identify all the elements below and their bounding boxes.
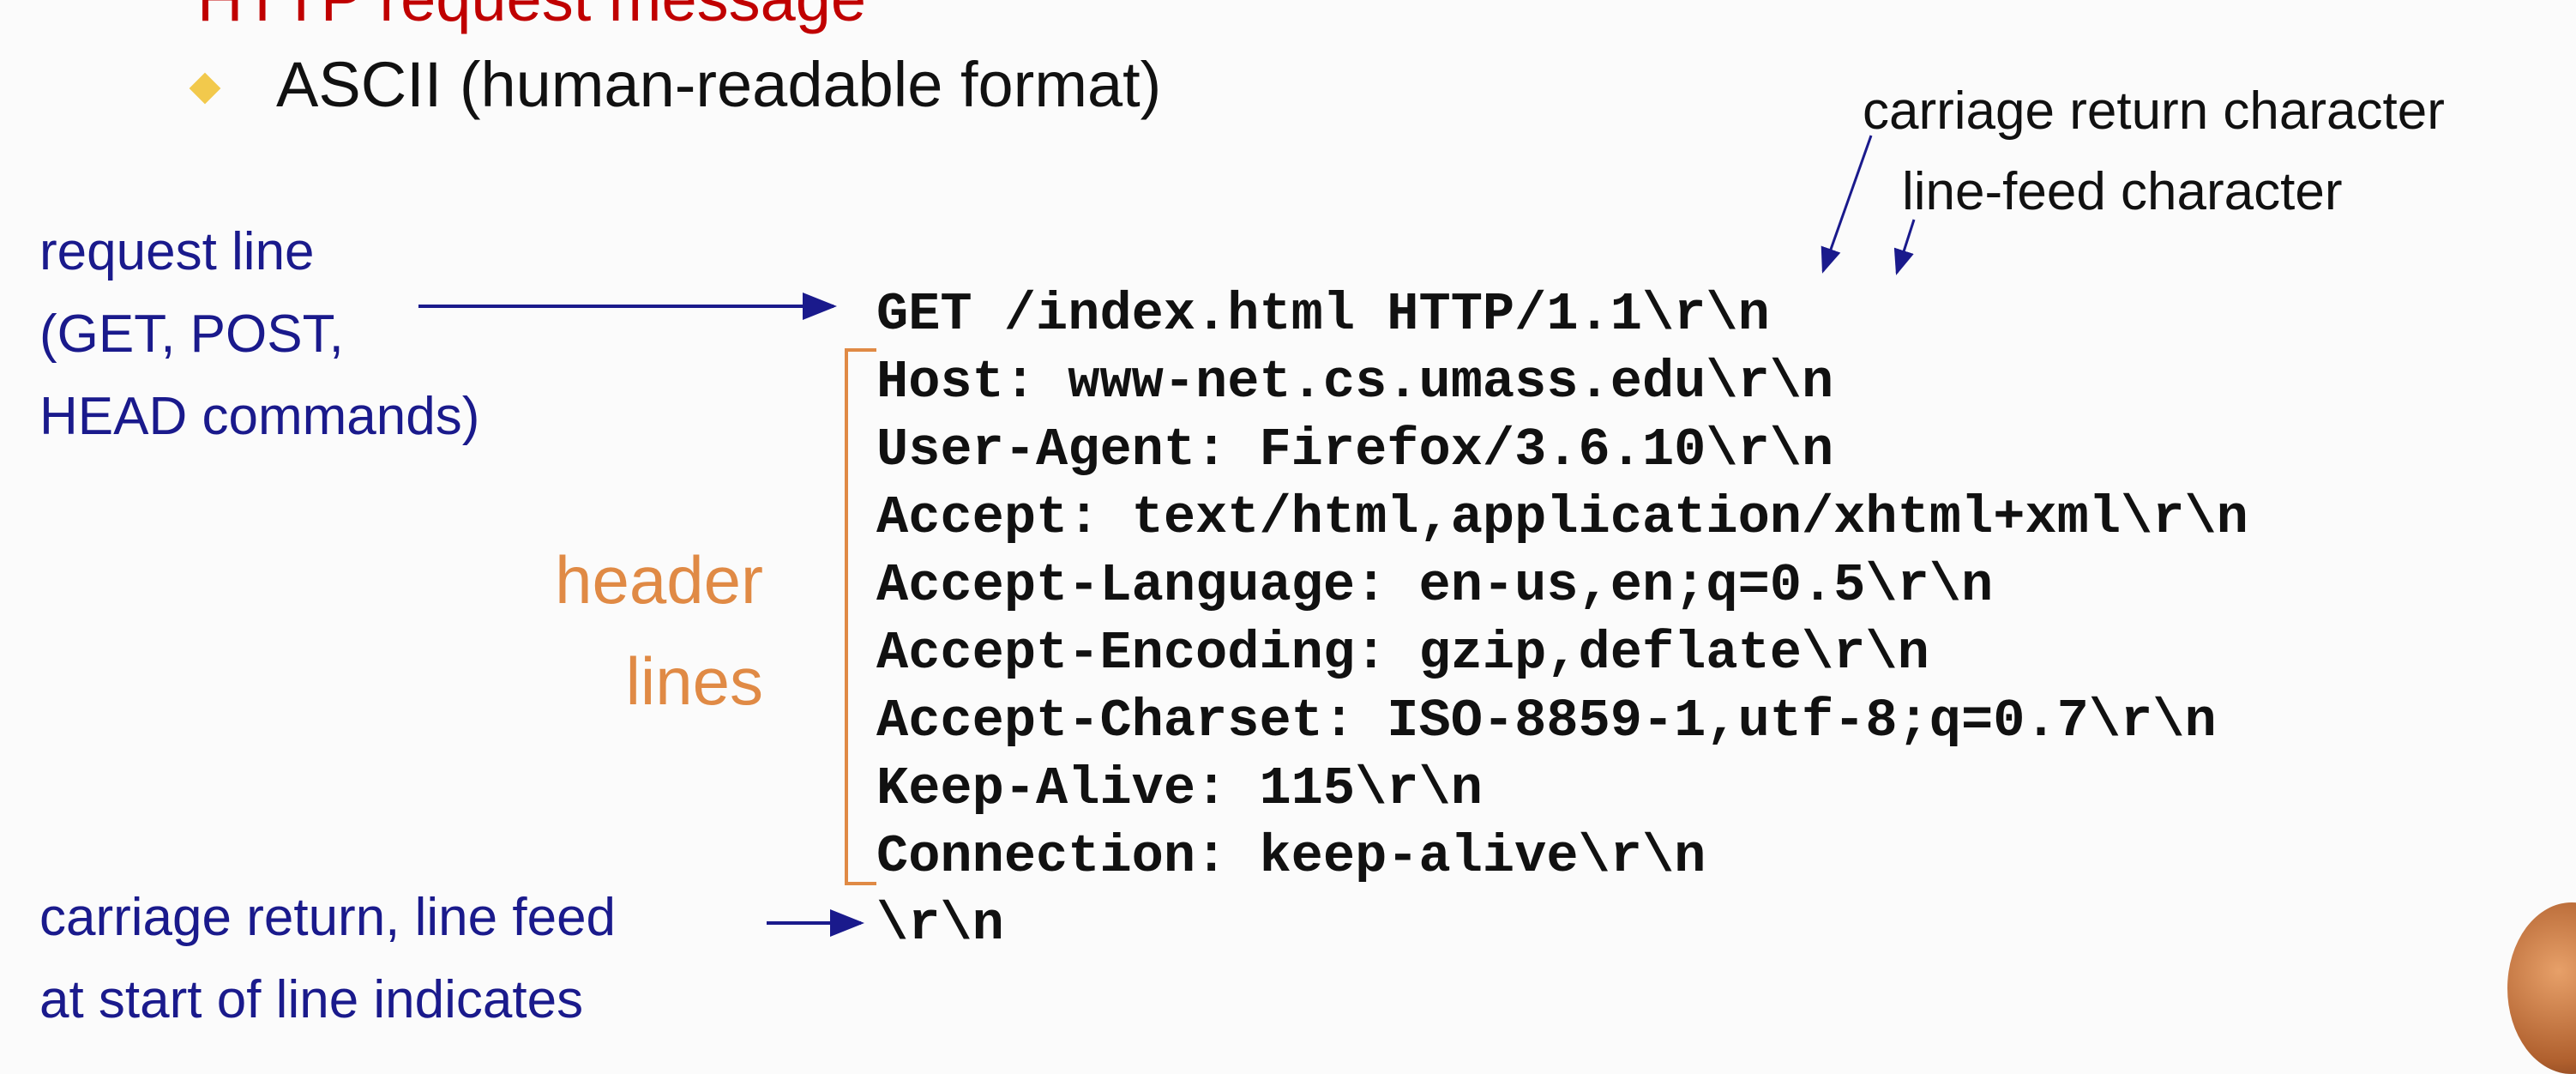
header-lines-bracket	[845, 348, 876, 885]
carriage-return-pointer	[1821, 135, 1873, 274]
diagram-connectors	[418, 135, 1916, 937]
line-feed-pointer	[1893, 219, 1916, 275]
